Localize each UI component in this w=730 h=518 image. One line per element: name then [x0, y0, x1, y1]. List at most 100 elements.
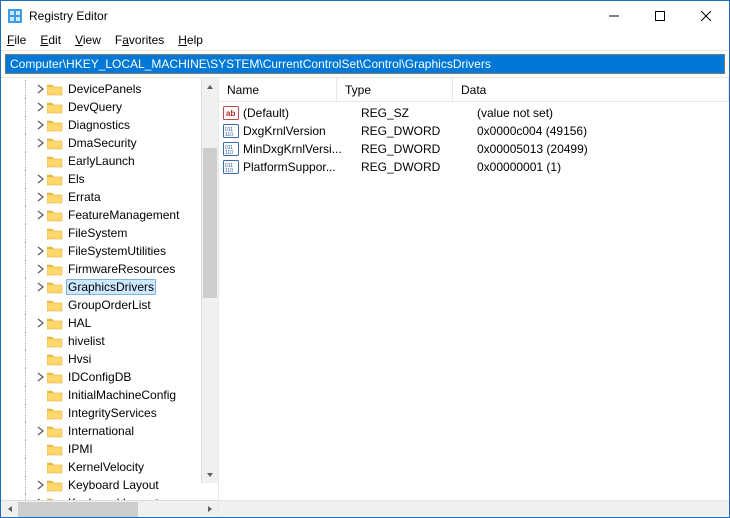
tree-item[interactable]: GraphicsDrivers — [1, 278, 218, 296]
tree-item-label: Errata — [66, 190, 103, 204]
menu-favorites[interactable]: Favorites — [115, 33, 164, 47]
value-row[interactable]: MinDxgKrnlVersi...REG_DWORD0x00005013 (2… — [219, 140, 729, 158]
value-type: REG_SZ — [357, 106, 473, 120]
window-controls — [591, 1, 729, 31]
tree-item-label: Els — [66, 172, 87, 186]
value-row[interactable]: (Default)REG_SZ(value not set) — [219, 104, 729, 122]
tree-item[interactable]: Diagnostics — [1, 116, 218, 134]
tree-item-label: EarlyLaunch — [66, 154, 137, 168]
tree-item[interactable]: FileSystemUtilities — [1, 242, 218, 260]
expand-arrow-icon[interactable] — [33, 118, 47, 132]
minimize-button[interactable] — [591, 1, 637, 31]
tree-view[interactable]: DevicePanels DevQuery Diagnostics DmaSecuri… — [1, 78, 218, 500]
column-header-name[interactable]: Name — [219, 78, 337, 101]
column-header-data[interactable]: Data — [453, 78, 729, 101]
scroll-left-button[interactable] — [1, 501, 18, 518]
tree-item[interactable]: DevQuery — [1, 98, 218, 116]
titlebar[interactable]: Registry Editor — [1, 1, 729, 31]
tree-item[interactable]: DmaSecurity — [1, 134, 218, 152]
expand-arrow-icon[interactable] — [33, 208, 47, 222]
tree-pane: DevicePanels DevQuery Diagnostics DmaSecuri… — [1, 78, 219, 517]
expand-arrow-icon[interactable] — [33, 370, 47, 384]
no-arrow — [33, 226, 47, 240]
tree-item-label: DevicePanels — [66, 82, 143, 96]
expand-arrow-icon[interactable] — [33, 100, 47, 114]
values-pane: Name Type Data (Default)REG_SZ(value not… — [219, 78, 729, 517]
tree-item-label: IPMI — [66, 442, 95, 456]
tree-item[interactable]: IPMI — [1, 440, 218, 458]
no-arrow — [33, 460, 47, 474]
tree-item-label: FileSystem — [66, 226, 129, 240]
tree-item[interactable]: IntegrityServices — [1, 404, 218, 422]
expand-arrow-icon[interactable] — [33, 262, 47, 276]
menu-help[interactable]: Help — [178, 33, 203, 47]
values-list[interactable]: (Default)REG_SZ(value not set)DxgKrnlVer… — [219, 102, 729, 500]
tree-item[interactable]: Keyboard Layout — [1, 476, 218, 494]
no-arrow — [33, 334, 47, 348]
tree-item[interactable]: hivelist — [1, 332, 218, 350]
value-name: MinDxgKrnlVersi... — [243, 142, 357, 156]
tree-item-label: GraphicsDrivers — [66, 279, 156, 295]
folder-icon — [47, 316, 63, 330]
folder-icon — [47, 190, 63, 204]
folder-icon — [47, 226, 63, 240]
tree-vertical-scrollbar[interactable] — [201, 78, 218, 483]
scroll-up-button[interactable] — [202, 78, 218, 95]
tree-item[interactable]: International — [1, 422, 218, 440]
value-data: 0x00000001 (1) — [473, 160, 729, 174]
folder-icon — [47, 136, 63, 150]
expand-arrow-icon[interactable] — [33, 172, 47, 186]
tree-item[interactable]: FeatureManagement — [1, 206, 218, 224]
expand-arrow-icon[interactable] — [33, 280, 47, 294]
body: DevicePanels DevQuery Diagnostics DmaSecuri… — [1, 77, 729, 517]
tree-item[interactable]: DevicePanels — [1, 80, 218, 98]
expand-arrow-icon[interactable] — [33, 316, 47, 330]
value-type: REG_DWORD — [357, 160, 473, 174]
tree-item[interactable]: IDConfigDB — [1, 368, 218, 386]
tree-horizontal-scrollbar[interactable] — [1, 500, 218, 517]
address-bar-container: Computer\HKEY_LOCAL_MACHINE\SYSTEM\Curre… — [1, 51, 729, 77]
expand-arrow-icon[interactable] — [33, 190, 47, 204]
binary-value-icon — [223, 123, 239, 139]
tree-item[interactable]: FileSystem — [1, 224, 218, 242]
tree-item-label: GroupOrderList — [66, 298, 153, 312]
menu-file[interactable]: File — [7, 33, 26, 47]
tree-item[interactable]: KernelVelocity — [1, 458, 218, 476]
regedit-icon — [7, 8, 23, 24]
tree-item-label: KernelVelocity — [66, 460, 146, 474]
tree-item-label: DevQuery — [66, 100, 124, 114]
expand-arrow-icon[interactable] — [33, 136, 47, 150]
folder-icon — [47, 100, 63, 114]
scroll-down-button[interactable] — [202, 466, 218, 483]
menu-bar: File Edit View Favorites Help — [1, 31, 729, 51]
menu-edit[interactable]: Edit — [40, 33, 61, 47]
tree-item[interactable]: Errata — [1, 188, 218, 206]
value-row[interactable]: DxgKrnlVersionREG_DWORD0x0000c004 (49156… — [219, 122, 729, 140]
tree-item-label: Diagnostics — [66, 118, 132, 132]
no-arrow — [33, 442, 47, 456]
expand-arrow-icon[interactable] — [33, 244, 47, 258]
tree-item[interactable]: FirmwareResources — [1, 260, 218, 278]
tree-item[interactable]: HAL — [1, 314, 218, 332]
tree-item[interactable]: Hvsi — [1, 350, 218, 368]
binary-value-icon — [223, 141, 239, 157]
scroll-right-button[interactable] — [201, 501, 218, 518]
column-header-type[interactable]: Type — [337, 78, 453, 101]
tree-item[interactable]: InitialMachineConfig — [1, 386, 218, 404]
tree-item[interactable]: GroupOrderList — [1, 296, 218, 314]
tree-item[interactable]: Els — [1, 170, 218, 188]
expand-arrow-icon[interactable] — [33, 424, 47, 438]
expand-arrow-icon[interactable] — [33, 478, 47, 492]
address-bar[interactable]: Computer\HKEY_LOCAL_MACHINE\SYSTEM\Curre… — [5, 54, 725, 74]
close-button[interactable] — [683, 1, 729, 31]
hscroll-thumb[interactable] — [18, 502, 138, 517]
maximize-button[interactable] — [637, 1, 683, 31]
no-arrow — [33, 298, 47, 312]
expand-arrow-icon[interactable] — [33, 82, 47, 96]
tree-item-label: FileSystemUtilities — [66, 244, 168, 258]
folder-icon — [47, 280, 63, 294]
tree-item[interactable]: EarlyLaunch — [1, 152, 218, 170]
value-row[interactable]: PlatformSuppor...REG_DWORD0x00000001 (1) — [219, 158, 729, 176]
menu-view[interactable]: View — [75, 33, 101, 47]
scroll-thumb[interactable] — [203, 148, 217, 298]
